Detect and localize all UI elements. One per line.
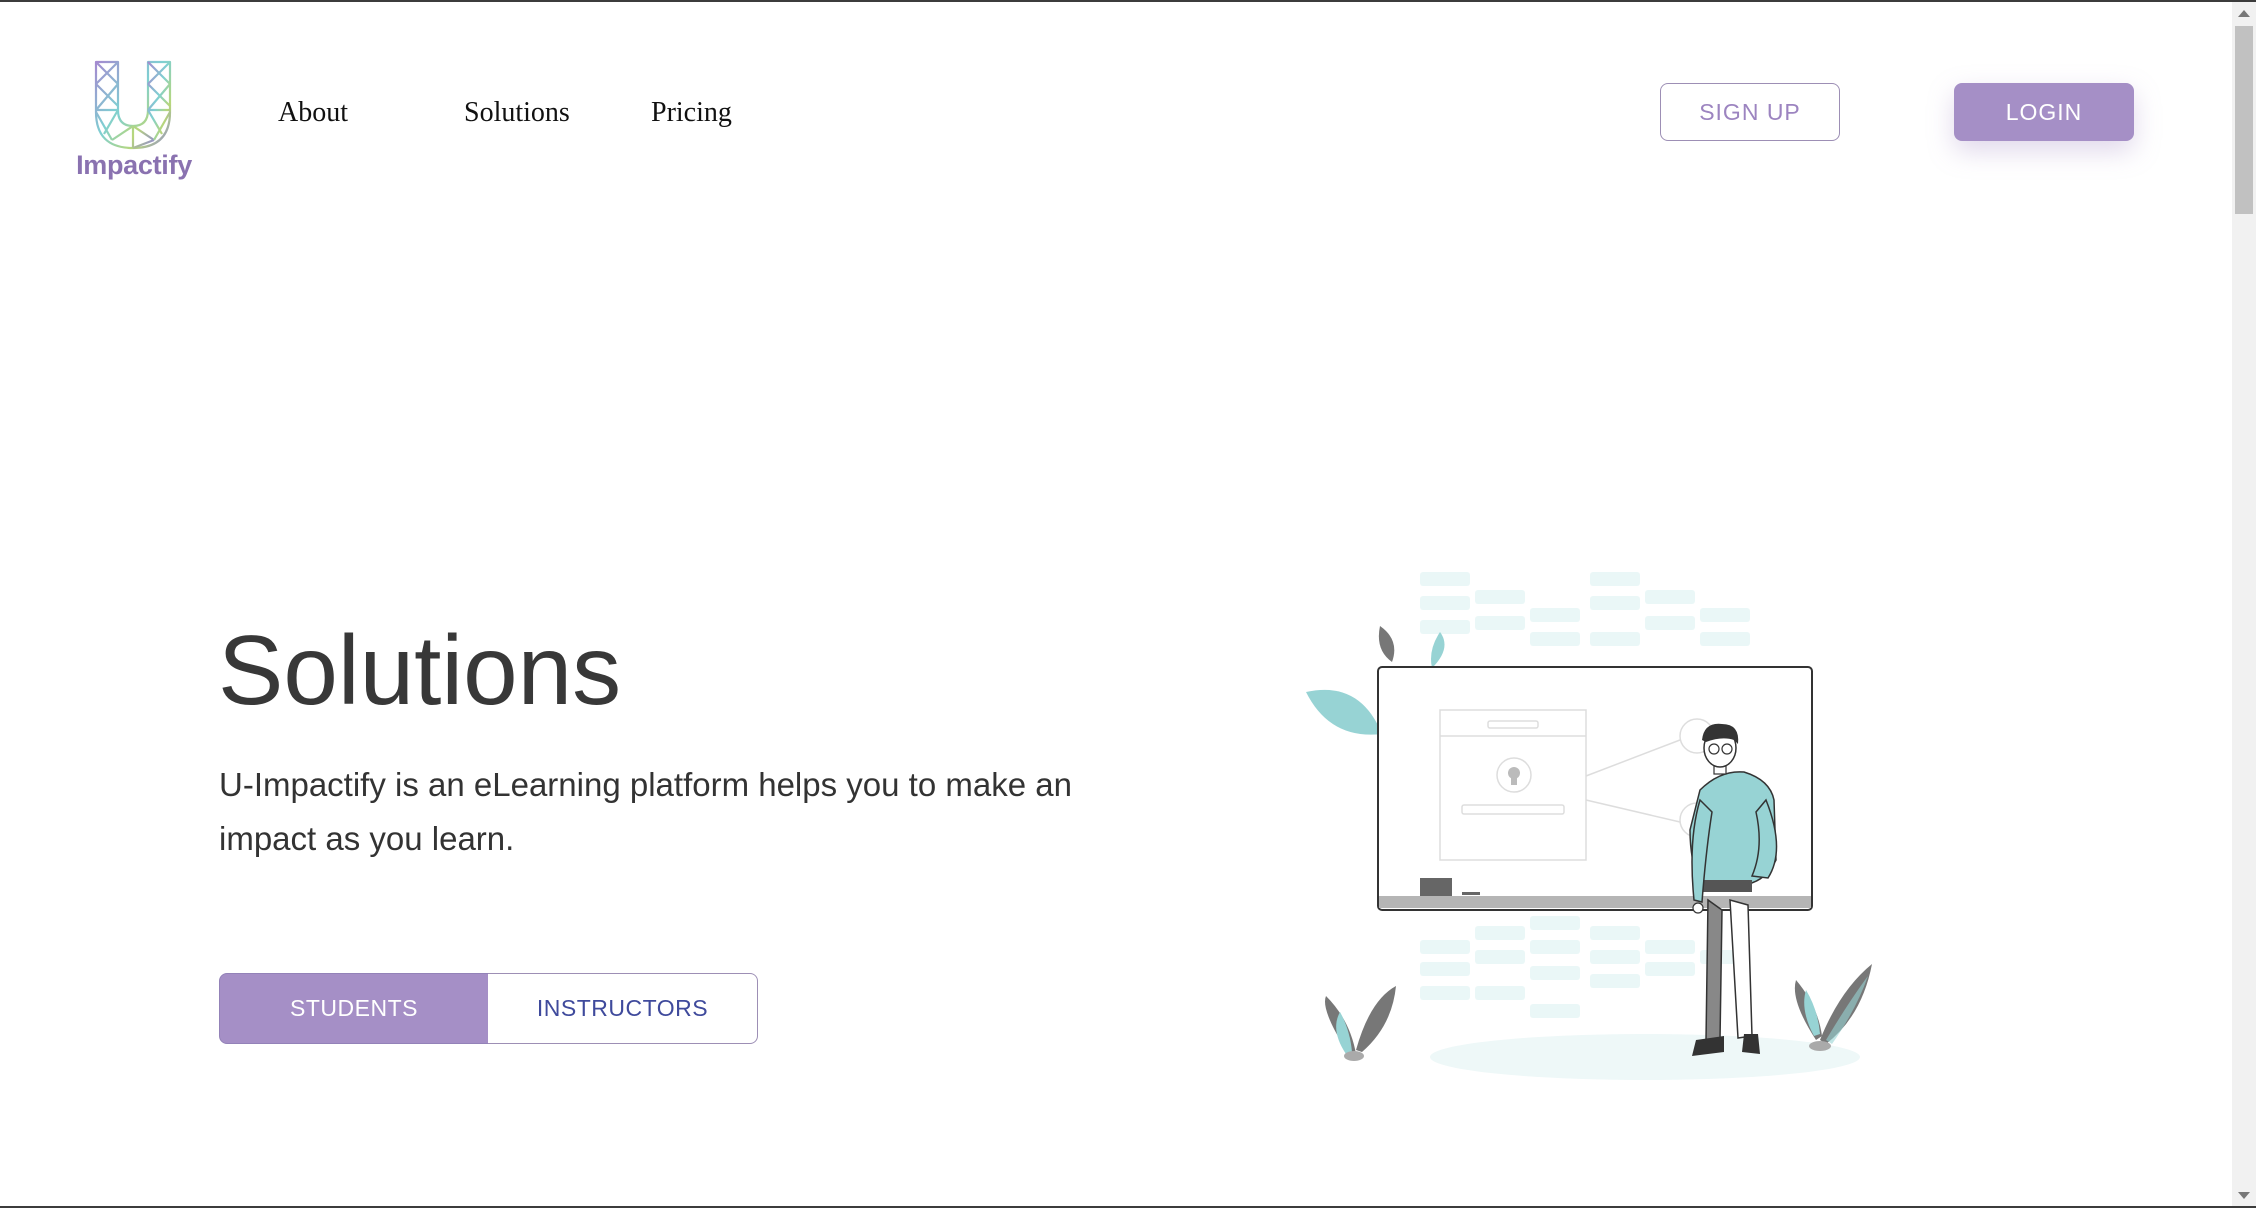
sign-up-button[interactable]: SIGN UP	[1660, 83, 1840, 141]
impactify-logo[interactable]: Impactify	[72, 60, 196, 186]
hero-illustration	[1300, 565, 1880, 1085]
scroll-down-arrow-icon[interactable]	[2232, 1184, 2256, 1206]
nav-about[interactable]: About	[278, 96, 348, 130]
nav-pricing[interactable]: Pricing	[651, 96, 732, 130]
nav-solutions[interactable]: Solutions	[464, 96, 570, 130]
hero-description: U-Impactify is an eLearning platform hel…	[219, 766, 1072, 857]
tab-students[interactable]: STUDENTS	[219, 973, 489, 1044]
scrollbar-thumb[interactable]	[2235, 26, 2253, 214]
window-top-border	[0, 0, 2256, 2]
page-title: Solutions	[218, 615, 622, 725]
tab-instructors[interactable]: INSTRUCTORS	[488, 973, 758, 1044]
scroll-up-arrow-icon[interactable]	[2232, 2, 2256, 24]
login-button[interactable]: LOGIN	[1954, 83, 2134, 141]
vertical-scrollbar[interactable]	[2232, 2, 2256, 1206]
logo-text: Impactify	[76, 150, 192, 180]
u-logo-icon	[94, 60, 172, 150]
